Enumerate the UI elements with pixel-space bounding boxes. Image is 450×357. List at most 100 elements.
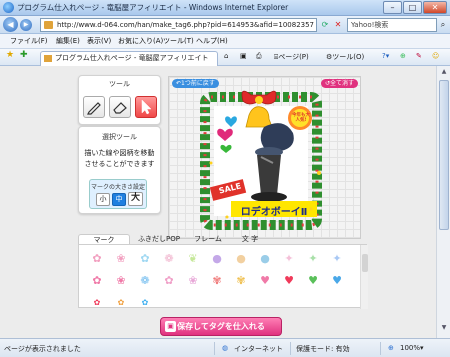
flower-mark-icon[interactable]: ❀ bbox=[115, 275, 127, 287]
zoom-icon[interactable]: ⊕ bbox=[388, 344, 394, 352]
tab-bar: ★ ✚ プログラム仕入れページ - 竜脳屋アフィリエイト ⌂ ▣ ⎙ ⌸ページ(… bbox=[0, 49, 450, 66]
tool-panel: ツール bbox=[78, 75, 161, 125]
globe-icon: ◍ bbox=[222, 344, 229, 352]
mark-gallery: ✿ ❀ ✿ ❁ ❦ ● ● ● ✦ ✦ ✦ ✿ ❀ ❁ ✿ ❀ ✾ ✾ ♥ ♥ … bbox=[78, 244, 368, 309]
window-titlebar: プログラム仕入れページ - 竜脳屋アフィリエイト - Windows Inter… bbox=[0, 0, 450, 16]
heart-mark-icon[interactable]: ♥ bbox=[307, 275, 319, 287]
select-tool-button[interactable] bbox=[135, 96, 157, 118]
page-scroll-thumb[interactable] bbox=[439, 80, 449, 230]
window-title: プログラム仕入れページ - 竜脳屋アフィリエイト - Windows Inter… bbox=[17, 3, 289, 12]
minimize-button[interactable]: – bbox=[383, 1, 402, 14]
badge-text: 今年も大人気! bbox=[292, 113, 310, 123]
search-icon[interactable]: ⌕ bbox=[438, 19, 448, 31]
pencil-icon bbox=[87, 102, 101, 115]
status-separator bbox=[214, 342, 215, 355]
scroll-up-icon[interactable]: ▲ bbox=[439, 68, 449, 78]
print-icon[interactable]: ⎙ bbox=[256, 52, 262, 61]
favorites-star-icon[interactable]: ★ bbox=[6, 50, 14, 60]
size-setting-title: マークの大きさ設定 bbox=[90, 184, 145, 191]
page-menu-label: ページ(P) bbox=[278, 53, 309, 61]
zoom-dropdown-icon[interactable]: ▾ bbox=[420, 344, 424, 352]
page-favicon-icon bbox=[44, 21, 53, 29]
close-button[interactable]: ✕ bbox=[423, 1, 447, 14]
status-separator bbox=[290, 342, 291, 355]
size-medium-button[interactable]: 中 bbox=[112, 193, 126, 206]
stop-icon[interactable]: ✕ bbox=[332, 19, 344, 31]
page-scrollbar[interactable]: ▲ ▼ bbox=[436, 66, 450, 338]
tools-menu-label: ツール(O) bbox=[332, 53, 365, 61]
small-mark-icon[interactable]: ✿ bbox=[91, 297, 103, 309]
select-tool-panel: 選択ツール 描いた線や図柄を移動 させることができます マークの大きさ設定 小 … bbox=[78, 126, 161, 214]
size-large-button[interactable]: 大 bbox=[128, 192, 143, 206]
circle-mark-icon[interactable]: ● bbox=[259, 253, 271, 265]
menu-favorites[interactable]: お気に入り(A) bbox=[118, 36, 163, 46]
menu-help[interactable]: ヘルプ(H) bbox=[196, 36, 228, 46]
gallery-scrollbar[interactable] bbox=[360, 245, 368, 309]
flower-mark-icon[interactable]: ✿ bbox=[91, 275, 103, 287]
forward-button[interactable]: ▶ bbox=[20, 19, 32, 31]
size-setting-box: マークの大きさ設定 小 中 大 bbox=[89, 179, 147, 209]
messenger-icon[interactable]: ☺ bbox=[432, 52, 439, 60]
flower-mark-icon[interactable]: ✿ bbox=[139, 253, 151, 265]
circle-mark-icon[interactable]: ● bbox=[235, 253, 247, 265]
eraser-tool-button[interactable] bbox=[109, 96, 131, 118]
star-mark-icon[interactable]: ✦ bbox=[307, 253, 319, 265]
address-bar: ◀ ▶ http://www.d-064.com/han/make_tag6.p… bbox=[0, 16, 450, 34]
product-name: ロデオボーイⅡ bbox=[240, 207, 308, 218]
status-separator bbox=[380, 342, 381, 355]
save-button-label: 保存してタグを仕入れる bbox=[177, 322, 265, 331]
maximize-button[interactable]: □ bbox=[403, 1, 422, 14]
flower-mark-icon[interactable]: ✿ bbox=[91, 253, 103, 265]
flower-mark-icon[interactable]: ✿ bbox=[163, 275, 175, 287]
menu-bar: ファイル(F) 編集(E) 表示(V) お気に入り(A) ツール(T) ヘルプ(… bbox=[0, 34, 450, 49]
flower-mark-icon[interactable]: ❁ bbox=[139, 275, 151, 287]
home-icon[interactable]: ⌂ bbox=[224, 52, 228, 60]
page-menu-button[interactable]: ⌸ページ(P) bbox=[274, 52, 309, 62]
add-favorites-icon[interactable]: ✚ bbox=[20, 50, 28, 60]
scroll-down-icon[interactable]: ▼ bbox=[439, 324, 449, 334]
blog-icon[interactable]: ✎ bbox=[416, 52, 422, 60]
search-placeholder: Yahoo!検索 bbox=[351, 21, 389, 29]
drawing-canvas[interactable]: ↶1つ前に戻す ↺全て消す 今年も大人気! SALE ロデオボーイⅡ bbox=[168, 76, 361, 239]
save-and-get-tag-button[interactable]: ▣ 保存してタグを仕入れる bbox=[160, 317, 282, 336]
tool-panel-title: ツール bbox=[109, 80, 130, 88]
save-icon: ▣ bbox=[165, 321, 176, 332]
heart-mark-icon[interactable]: ♥ bbox=[259, 275, 271, 287]
menu-tools[interactable]: ツール(T) bbox=[163, 36, 194, 46]
small-mark-icon[interactable]: ✿ bbox=[139, 297, 151, 309]
leaf-mark-icon[interactable]: ❦ bbox=[187, 253, 199, 265]
flower-mark-icon[interactable]: ✾ bbox=[211, 275, 223, 287]
flower-mark-icon[interactable]: ❀ bbox=[115, 253, 127, 265]
url-field[interactable]: http://www.d-064.com/han/make_tag6.php?p… bbox=[40, 18, 317, 32]
tab-active[interactable]: プログラム仕入れページ - 竜脳屋アフィリエイト bbox=[40, 51, 218, 66]
zone-text: インターネット bbox=[234, 345, 283, 353]
heart-mark-icon[interactable]: ♥ bbox=[283, 275, 295, 287]
status-text: ページが表示されました bbox=[4, 345, 81, 353]
gallery-scroll-thumb[interactable] bbox=[362, 254, 368, 272]
feeds-icon[interactable]: ▣ bbox=[240, 52, 247, 60]
url-text: http://www.d-064.com/han/make_tag6.php?p… bbox=[57, 21, 315, 29]
flower-mark-icon[interactable]: ❀ bbox=[187, 275, 199, 287]
refresh-icon[interactable]: ⟳ bbox=[319, 19, 331, 31]
small-mark-icon[interactable]: ✿ bbox=[115, 297, 127, 309]
size-small-button[interactable]: 小 bbox=[96, 193, 110, 206]
menu-file[interactable]: ファイル(F) bbox=[10, 36, 48, 46]
star-mark-icon[interactable]: ✦ bbox=[283, 253, 295, 265]
search-input[interactable]: Yahoo!検索 bbox=[347, 18, 437, 32]
tab-favicon-icon bbox=[44, 55, 52, 62]
help-icon[interactable]: ?▾ bbox=[382, 52, 389, 60]
circle-mark-icon[interactable]: ● bbox=[211, 253, 223, 265]
zoom-level[interactable]: 100% bbox=[400, 344, 420, 352]
eraser-icon bbox=[113, 102, 127, 114]
flower-mark-icon[interactable]: ❁ bbox=[163, 253, 175, 265]
back-button[interactable]: ◀ bbox=[3, 17, 18, 32]
pencil-tool-button[interactable] bbox=[83, 96, 105, 118]
heart-mark-icon[interactable]: ♥ bbox=[331, 275, 343, 287]
tools-menu-button[interactable]: ⚙ツール(O) bbox=[326, 52, 364, 62]
menu-edit[interactable]: 編集(E) bbox=[56, 36, 80, 46]
flower-mark-icon[interactable]: ✾ bbox=[235, 275, 247, 287]
menu-view[interactable]: 表示(V) bbox=[87, 36, 111, 46]
star-mark-icon[interactable]: ✦ bbox=[331, 253, 343, 265]
cursor-arrow-icon bbox=[141, 99, 152, 115]
research-icon[interactable]: ⊕ bbox=[400, 52, 406, 60]
